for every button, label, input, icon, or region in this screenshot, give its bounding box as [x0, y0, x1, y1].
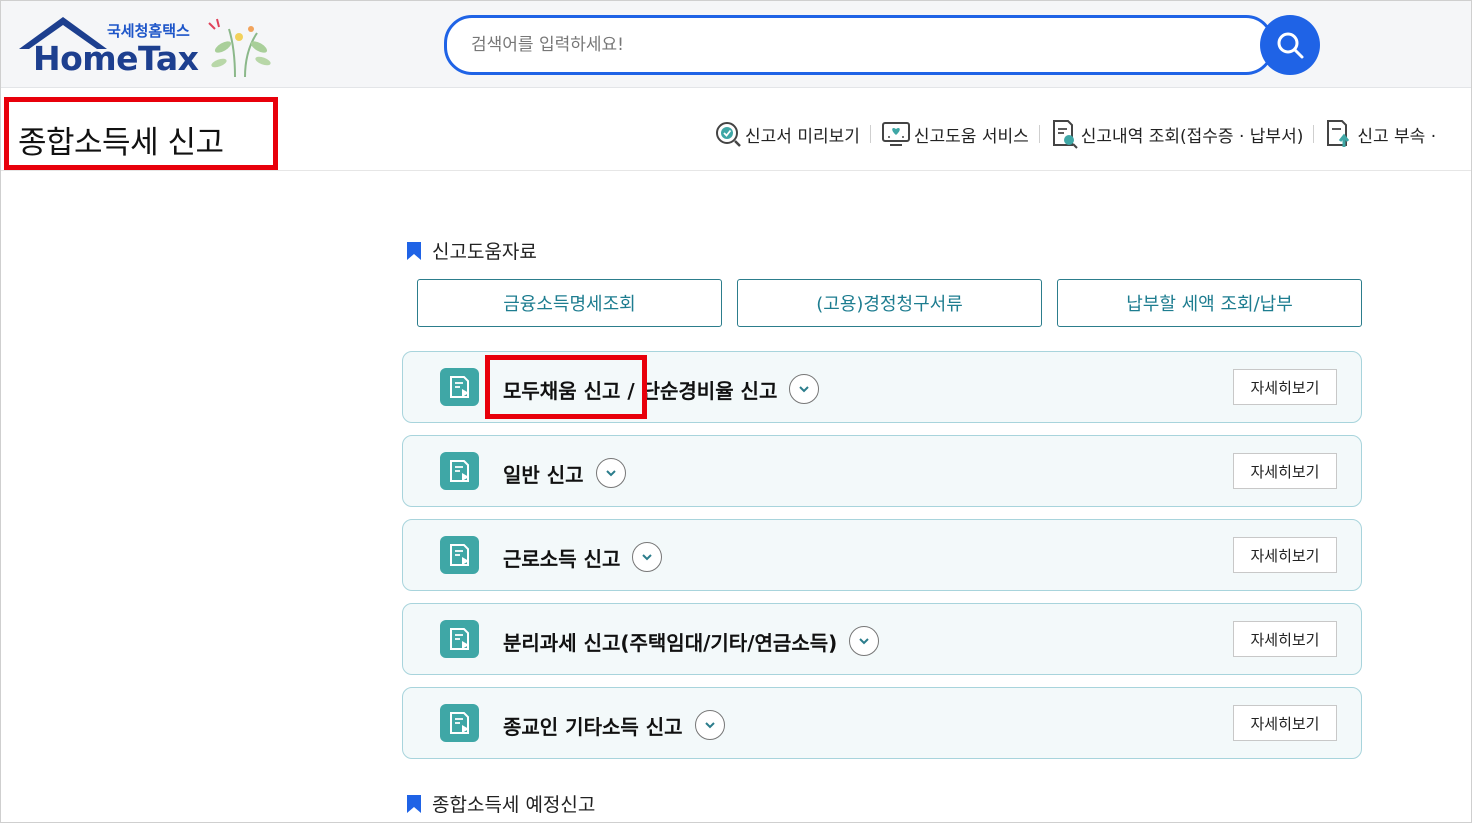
monitor-heart-icon	[881, 122, 910, 146]
filing-item-label-wrap: 종교인 기타소득 신고	[503, 710, 725, 740]
divider	[869, 125, 871, 143]
tax-payment-button[interactable]: 납부할 세액 조회/납부	[1057, 279, 1362, 327]
search-input[interactable]	[471, 32, 1231, 58]
filing-item-label: 분리과세 신고(주택임대/기타/연금소득)	[503, 630, 838, 655]
filing-item-label-wrap: 일반 신고	[503, 458, 626, 488]
logo-english-text: HomeTax	[33, 39, 199, 78]
section-heading-text: 신고도움자료	[432, 241, 537, 263]
detail-button[interactable]: 자세히보기	[1233, 705, 1337, 741]
filing-item-prefilled[interactable]: 모두채움 신고 / 단순경비율 신고 자세히보기	[402, 351, 1362, 423]
bookmark-icon	[407, 241, 421, 260]
filing-item-separate-tax[interactable]: 분리과세 신고(주택임대/기타/연금소득) 자세히보기	[402, 603, 1362, 675]
section-heading-text: 종합소득세 예정신고	[432, 794, 596, 816]
search-box	[444, 15, 1274, 75]
document-play-icon	[440, 704, 479, 742]
page-frame: 국세청홈택스 HomeTax 검색어를 입력하세요! 종합소득세 신고 신고서 …	[0, 0, 1472, 823]
filing-item-label-wrap: 분리과세 신고(주택임대/기타/연금소득)	[503, 626, 880, 656]
filing-item-earned-income[interactable]: 근로소득 신고 자세히보기	[402, 519, 1362, 591]
plant-decoration-icon	[208, 18, 271, 78]
logo-korean-text: 국세청홈택스	[107, 22, 190, 40]
util-link-history[interactable]: 신고내역 조회(접수증 · 납부서)	[1050, 119, 1304, 149]
document-upload-icon	[1327, 120, 1350, 147]
chevron-down-icon[interactable]	[789, 374, 820, 404]
filing-item-label: 근로소득 신고	[503, 546, 621, 571]
divider	[1038, 125, 1040, 143]
magnifier-check-icon	[716, 122, 741, 147]
util-link-label: 신고도움 서비스	[913, 126, 1029, 147]
filing-item-label: 모두채움 신고 / 단순경비율 신고	[503, 378, 778, 403]
estimate-section-heading: 종합소득세 예정신고	[406, 790, 595, 817]
bookmark-icon	[407, 794, 421, 813]
util-link-help-service[interactable]: 신고도움 서비스	[881, 120, 1029, 148]
detail-button[interactable]: 자세히보기	[1233, 537, 1337, 573]
filing-item-label-wrap: 근로소득 신고	[503, 542, 663, 572]
util-link-preview[interactable]: 신고서 미리보기	[714, 120, 860, 148]
document-play-icon	[440, 452, 479, 490]
detail-button[interactable]: 자세히보기	[1233, 621, 1337, 657]
document-play-icon	[440, 620, 479, 658]
page-title: 종합소득세 신고	[4, 97, 278, 170]
document-play-icon	[440, 368, 479, 406]
correction-request-button[interactable]: (고용)경정청구서류	[737, 279, 1042, 327]
search-icon	[1277, 32, 1304, 59]
chevron-down-icon[interactable]	[595, 458, 626, 488]
filing-item-general[interactable]: 일반 신고 자세히보기	[402, 435, 1362, 507]
divider	[1313, 125, 1315, 143]
financial-income-button[interactable]: 금융소득명세조회	[417, 279, 722, 327]
chevron-down-icon[interactable]	[632, 542, 663, 572]
util-link-label: 신고 부속 ·	[1357, 126, 1437, 147]
filing-item-label: 일반 신고	[503, 462, 584, 487]
site-header: 국세청홈택스 HomeTax	[1, 1, 1471, 88]
detail-button[interactable]: 자세히보기	[1233, 453, 1337, 489]
document-play-icon	[440, 536, 479, 574]
help-section-heading: 신고도움자료	[406, 237, 537, 264]
chevron-down-icon[interactable]	[694, 710, 725, 740]
title-bar: 종합소득세 신고 신고서 미리보기 신고도움 서비스 신고내역 조회(접수증 ·…	[1, 89, 1471, 171]
utility-links: 신고서 미리보기 신고도움 서비스 신고내역 조회(접수증 · 납부서) 신고 …	[714, 119, 1436, 149]
filing-item-label-wrap: 모두채움 신고 / 단순경비율 신고	[503, 374, 820, 404]
filing-item-religious[interactable]: 종교인 기타소득 신고 자세히보기	[402, 687, 1362, 759]
search-button[interactable]	[1260, 15, 1320, 75]
document-search-icon	[1052, 120, 1078, 149]
filing-item-label: 종교인 기타소득 신고	[503, 714, 683, 739]
util-link-attachments[interactable]: 신고 부속 ·	[1324, 119, 1436, 149]
util-link-label: 신고내역 조회(접수증 · 납부서)	[1080, 126, 1304, 147]
util-link-label: 신고서 미리보기	[745, 126, 860, 147]
hometax-logo[interactable]: 국세청홈택스 HomeTax	[15, 13, 275, 81]
chevron-down-icon[interactable]	[849, 626, 880, 656]
detail-button[interactable]: 자세히보기	[1233, 369, 1337, 405]
